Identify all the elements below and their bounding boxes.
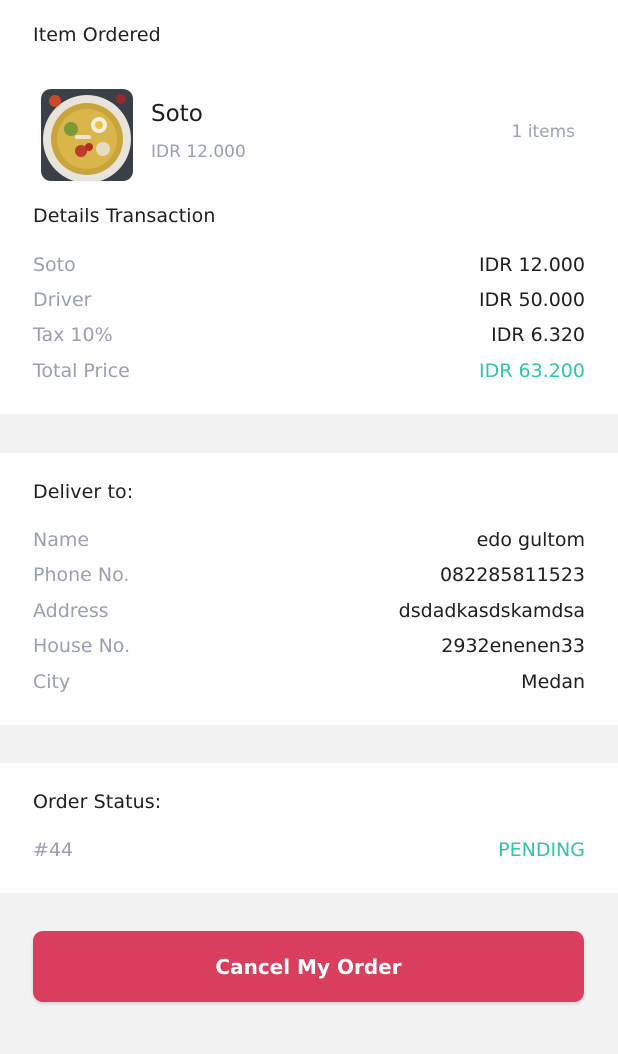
delivery-row-house: House No. 2932enenen33 bbox=[33, 633, 585, 659]
transaction-label: Tax 10% bbox=[33, 324, 113, 346]
food-image bbox=[41, 89, 133, 181]
item-price: IDR 12.000 bbox=[151, 142, 246, 162]
delivery-label: Phone No. bbox=[33, 564, 130, 586]
order-status-row: #44 PENDING bbox=[33, 837, 585, 863]
delivery-value: 082285811523 bbox=[439, 564, 585, 586]
total-price-label: Total Price bbox=[33, 360, 130, 382]
transaction-value: IDR 6.320 bbox=[491, 324, 585, 346]
details-transaction-title: Details Transaction bbox=[33, 205, 216, 227]
item-name: Soto bbox=[151, 101, 203, 127]
total-price-row: Total Price IDR 63.200 bbox=[33, 358, 585, 384]
delivery-label: Address bbox=[33, 600, 109, 622]
delivery-row-phone: Phone No. 082285811523 bbox=[33, 562, 585, 588]
cancel-order-button[interactable]: Cancel My Order bbox=[33, 931, 584, 1002]
transaction-row: Tax 10% IDR 6.320 bbox=[33, 322, 585, 348]
delivery-label: House No. bbox=[33, 635, 131, 657]
delivery-row-city: City Medan bbox=[33, 669, 585, 695]
transaction-value: IDR 12.000 bbox=[479, 254, 585, 276]
total-price-value: IDR 63.200 bbox=[479, 360, 585, 382]
item-quantity: 1 items bbox=[511, 122, 575, 142]
item-ordered-section: Item Ordered Soto IDR 12.000 1 items Det… bbox=[0, 0, 618, 414]
item-ordered-title: Item Ordered bbox=[33, 24, 161, 46]
delivery-value: edo gultom bbox=[476, 529, 585, 551]
transaction-label: Driver bbox=[33, 289, 92, 311]
transaction-row: Driver IDR 50.000 bbox=[33, 287, 585, 313]
transaction-label: Soto bbox=[33, 254, 76, 276]
delivery-row-address: Address dsdadkasdskamdsa bbox=[33, 598, 585, 624]
delivery-value: Medan bbox=[521, 671, 585, 693]
delivery-row-name: Name edo gultom bbox=[33, 527, 585, 553]
delivery-value: dsdadkasdskamdsa bbox=[398, 600, 585, 622]
status-badge: PENDING bbox=[498, 839, 585, 861]
order-status-section: Order Status: #44 PENDING bbox=[0, 763, 618, 893]
transaction-value: IDR 50.000 bbox=[479, 289, 585, 311]
delivery-label: City bbox=[33, 671, 71, 693]
transaction-row: Soto IDR 12.000 bbox=[33, 252, 585, 278]
food-photo-icon bbox=[41, 89, 133, 181]
delivery-label: Name bbox=[33, 529, 90, 551]
order-status-title: Order Status: bbox=[33, 791, 162, 813]
delivery-value: 2932enenen33 bbox=[441, 635, 585, 657]
deliver-to-title: Deliver to: bbox=[33, 481, 134, 503]
order-id: #44 bbox=[33, 839, 74, 861]
deliver-to-section: Deliver to: Name edo gultom Phone No. 08… bbox=[0, 453, 618, 725]
